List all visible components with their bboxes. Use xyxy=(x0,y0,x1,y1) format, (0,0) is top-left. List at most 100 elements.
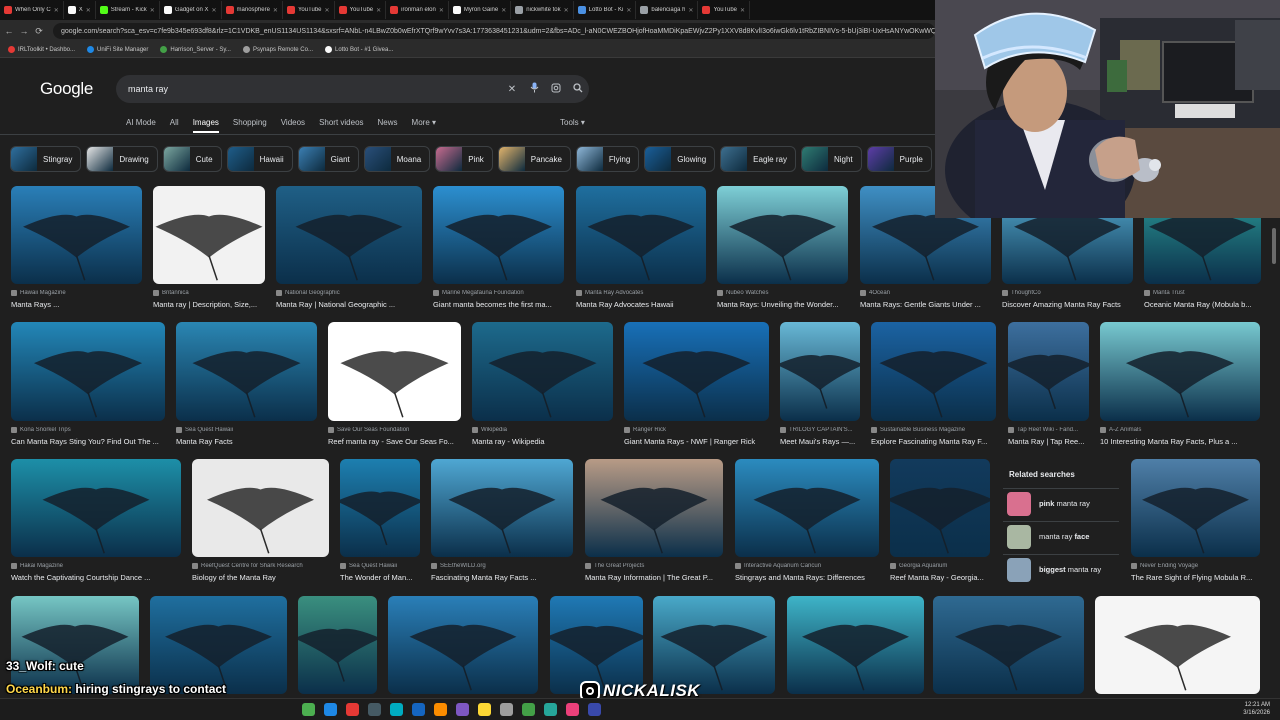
search-icon[interactable] xyxy=(567,82,589,96)
result-source[interactable]: Interactive Aquarium Cancun xyxy=(735,563,879,569)
bookmark-item[interactable]: IRLToolkit • Dashbo... xyxy=(8,46,75,53)
result-title[interactable]: Oceanic Manta Ray (Mobula b... xyxy=(1144,300,1269,309)
edge-icon[interactable] xyxy=(324,703,337,716)
result-source[interactable]: National Geographic xyxy=(276,290,422,296)
result-source[interactable]: Manta Trust xyxy=(1144,290,1261,296)
result-source[interactable]: SEEtheWILD.org xyxy=(431,563,573,569)
result-image[interactable] xyxy=(1008,322,1089,421)
result-source[interactable]: A-Z Animals xyxy=(1100,427,1260,433)
search-input[interactable]: manta ray xyxy=(128,84,501,94)
clear-icon[interactable]: ✕ xyxy=(501,84,523,95)
result-source[interactable]: Hawaii Magazine xyxy=(11,290,142,296)
result-title[interactable]: Manta ray - Wikipedia xyxy=(472,437,621,446)
refinement-chip[interactable]: Glowing xyxy=(644,146,716,172)
result-image[interactable] xyxy=(787,596,924,694)
bookmark-item[interactable]: Psynaps Remote Co... xyxy=(242,46,313,53)
result-image[interactable] xyxy=(11,596,139,694)
voice-search-icon[interactable] xyxy=(523,82,545,96)
result-source[interactable]: Sea Quest Hawaii xyxy=(340,563,420,569)
result-image[interactable] xyxy=(933,596,1084,694)
result-title[interactable]: 10 Interesting Manta Ray Facts, Plus a .… xyxy=(1100,437,1268,446)
refinement-chip[interactable]: Pink xyxy=(435,146,493,172)
result-image[interactable] xyxy=(624,322,769,421)
browser-tab[interactable]: YouTube ✕ xyxy=(283,1,335,19)
result-source[interactable]: Britannica xyxy=(153,290,265,296)
tab-images[interactable]: Images xyxy=(192,118,220,133)
result-image[interactable] xyxy=(735,459,879,557)
browser-tab[interactable]: Lotto Bot - Ki ✕ xyxy=(574,1,637,19)
refinement-chip[interactable]: Purple xyxy=(866,146,932,172)
tab-close-icon[interactable]: ✕ xyxy=(688,7,693,14)
result-title[interactable]: The Wonder of Man... xyxy=(340,573,428,582)
result-source[interactable]: Tap Reef Wiki - Fand... xyxy=(1008,427,1089,433)
result-title[interactable]: Giant Manta Rays - NWF | Ranger Rick xyxy=(624,437,777,446)
lens-icon[interactable] xyxy=(545,83,567,96)
result-image[interactable] xyxy=(576,186,706,284)
forward-icon[interactable]: → xyxy=(18,26,30,36)
tab-close-icon[interactable]: ✕ xyxy=(376,7,381,14)
result-image[interactable] xyxy=(1095,596,1260,694)
result-source[interactable]: Georgia Aquarium xyxy=(890,563,990,569)
result-source[interactable]: Never Ending Voyage xyxy=(1131,563,1260,569)
result-source[interactable]: Save Our Seas Foundation xyxy=(328,427,461,433)
result-title[interactable]: Manta Ray | National Geographic ... xyxy=(276,300,430,309)
result-title[interactable]: Meet Maui's Rays —... xyxy=(780,437,868,446)
app-icon-purple[interactable] xyxy=(456,703,469,716)
result-source[interactable]: Sustainable Business Magazine xyxy=(871,427,996,433)
result-title[interactable]: Stingrays and Manta Rays: Differences xyxy=(735,573,887,582)
tab-ai-mode[interactable]: AI Mode xyxy=(126,118,156,127)
result-image[interactable] xyxy=(1100,322,1260,421)
tab-close-icon[interactable]: ✕ xyxy=(150,7,155,14)
scrollbar-thumb[interactable] xyxy=(1272,228,1276,264)
result-image[interactable] xyxy=(298,596,377,694)
browser-tab[interactable]: nickwhite tok ✕ xyxy=(511,1,574,19)
tab-close-icon[interactable]: ✕ xyxy=(273,7,278,14)
result-source[interactable]: TRILOGY CAPTAIN'S... xyxy=(780,427,860,433)
tab-news[interactable]: News xyxy=(378,118,398,127)
result-source[interactable]: The Great Projects xyxy=(585,563,723,569)
tab-all[interactable]: All xyxy=(170,118,179,127)
related-search-item[interactable]: pink manta ray xyxy=(1003,488,1119,518)
result-title[interactable]: Explore Fascinating Manta Ray F... xyxy=(871,437,1004,446)
result-title[interactable]: Manta Rays: Unveiling the Wonder... xyxy=(717,300,856,309)
result-source[interactable]: Hakai Magazine xyxy=(11,563,181,569)
refinement-chip[interactable]: Drawing xyxy=(86,146,158,172)
app-icon-orange[interactable] xyxy=(434,703,447,716)
app-icon-blue[interactable] xyxy=(412,703,425,716)
result-image[interactable] xyxy=(340,459,420,557)
app-icon-green[interactable] xyxy=(522,703,535,716)
result-title[interactable]: Manta Rays: Gentle Giants Under ... xyxy=(860,300,999,309)
obs-icon[interactable] xyxy=(368,703,381,716)
app-icon-pink[interactable] xyxy=(566,703,579,716)
result-image[interactable] xyxy=(11,322,165,421)
browser-tab[interactable]: ironman elon ✕ xyxy=(386,1,449,19)
result-title[interactable]: Manta Rays ... xyxy=(11,300,150,309)
app-icon-yellow[interactable] xyxy=(478,703,491,716)
result-image[interactable] xyxy=(328,322,461,421)
result-title[interactable]: The Rare Sight of Flying Mobula R... xyxy=(1131,573,1268,582)
result-image[interactable] xyxy=(890,459,990,557)
taskbar-clock[interactable]: 12:21 AM 3/16/2026 xyxy=(1243,701,1270,717)
result-image[interactable] xyxy=(780,322,860,421)
result-title[interactable]: Manta Ray Advocates Hawaii xyxy=(576,300,714,309)
tab-close-icon[interactable]: ✕ xyxy=(564,7,569,14)
result-title[interactable]: Manta Ray Facts xyxy=(176,437,325,446)
tab-close-icon[interactable]: ✕ xyxy=(86,7,91,14)
browser-tab[interactable]: Stream - Kick ✕ xyxy=(96,1,160,19)
browser-tab[interactable]: YouTube ✕ xyxy=(698,1,751,19)
tab-close-icon[interactable]: ✕ xyxy=(325,7,330,14)
reload-icon[interactable]: ⟳ xyxy=(33,26,45,37)
page-scrollbar[interactable] xyxy=(1271,222,1277,696)
result-source[interactable]: Ranger Rick xyxy=(624,427,769,433)
tab-shopping[interactable]: Shopping xyxy=(233,118,267,127)
result-source[interactable]: ReefQuest Centre for Shark Research xyxy=(192,563,329,569)
tab-close-icon[interactable]: ✕ xyxy=(740,7,745,14)
browser-tab[interactable]: manosphere ✕ xyxy=(222,1,283,19)
browser-tab[interactable]: balenciaga h ✕ xyxy=(636,1,699,19)
result-source[interactable]: Kona Snorkel Trips xyxy=(11,427,165,433)
result-image[interactable] xyxy=(276,186,422,284)
result-title[interactable]: Fascinating Manta Ray Facts ... xyxy=(431,573,581,582)
refinement-chip[interactable]: Moana xyxy=(363,146,431,172)
bookmark-item[interactable]: Lotto Bot - #1 Givea... xyxy=(324,46,393,53)
tab-close-icon[interactable]: ✕ xyxy=(54,7,59,14)
